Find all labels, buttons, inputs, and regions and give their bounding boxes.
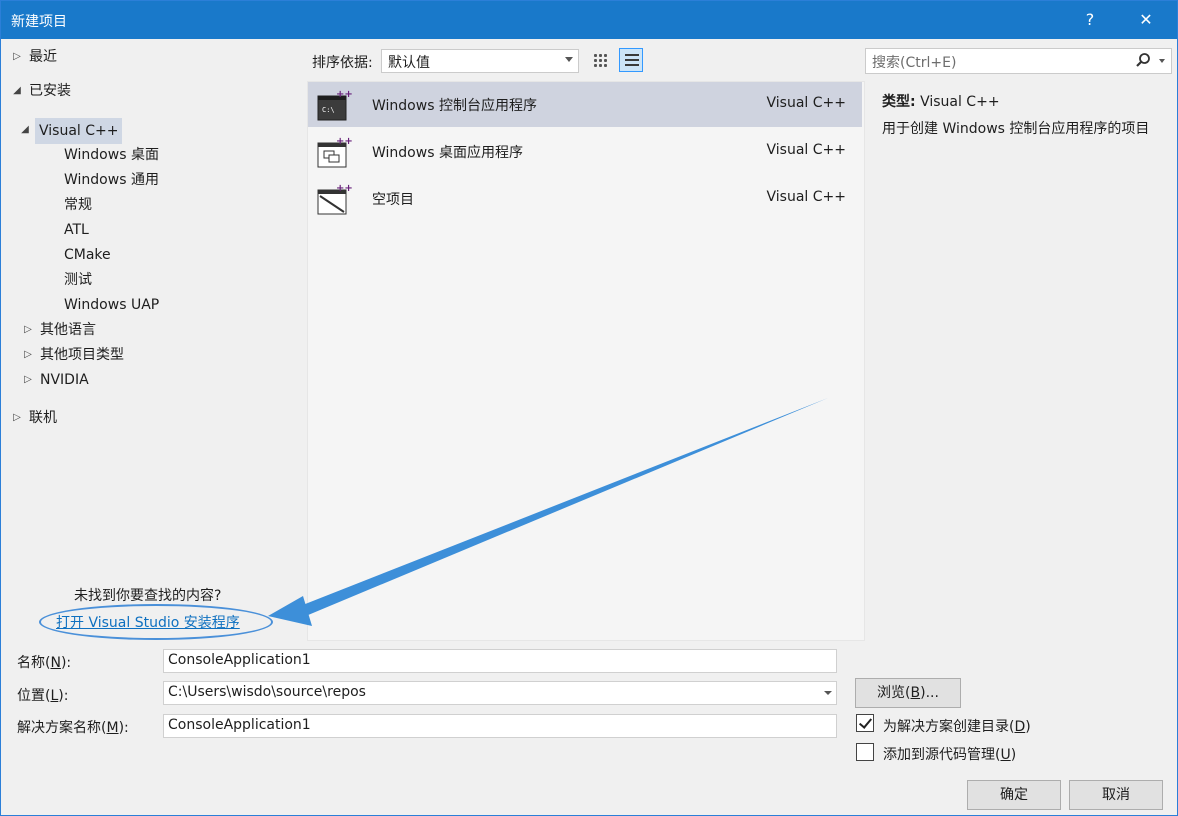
template-console-app[interactable]: C:\ ++ Windows 控制台应用程序 Visual C++ bbox=[308, 82, 862, 127]
tree-item-installed[interactable]: ◢ 已安装 bbox=[1, 79, 71, 103]
close-button[interactable]: ✕ bbox=[1123, 1, 1169, 39]
expand-right-icon[interactable]: ▷ bbox=[22, 343, 34, 367]
template-name: Windows 桌面应用程序 bbox=[372, 145, 523, 161]
template-name: 空项目 bbox=[372, 192, 414, 208]
add-source-control-label: 添加到源代码管理(U) bbox=[883, 747, 1017, 763]
expand-right-icon[interactable]: ▷ bbox=[22, 318, 34, 342]
list-icon bbox=[625, 54, 639, 68]
tree-label: 已安装 bbox=[29, 83, 71, 99]
chevron-down-icon[interactable] bbox=[1159, 59, 1165, 63]
cancel-button[interactable]: 取消 bbox=[1069, 780, 1163, 810]
location-label: 位置(L): bbox=[17, 688, 69, 704]
search-input[interactable]: 搜索(Ctrl+E) bbox=[865, 48, 1172, 74]
svg-text:++: ++ bbox=[336, 183, 352, 194]
tree-item-recent[interactable]: ▷ 最近 bbox=[1, 45, 57, 69]
expand-right-icon[interactable]: ▷ bbox=[22, 368, 34, 392]
template-language: Visual C++ bbox=[766, 142, 846, 158]
open-installer-link[interactable]: 打开 Visual Studio 安装程序 bbox=[56, 612, 240, 632]
desktop-app-icon: ++ bbox=[317, 136, 352, 168]
project-name-value: ConsoleApplication1 bbox=[168, 652, 311, 668]
help-button[interactable]: ? bbox=[1067, 1, 1113, 39]
tree-label: ATL bbox=[64, 222, 89, 238]
collapse-down-icon[interactable]: ◢ bbox=[11, 79, 23, 103]
add-source-control-checkbox[interactable] bbox=[856, 743, 874, 761]
tree-item-other-project-types[interactable]: ▷ 其他项目类型 bbox=[1, 343, 124, 367]
tree-item-general[interactable]: 常规 bbox=[64, 193, 92, 217]
tree-label: Windows 通用 bbox=[64, 172, 159, 188]
expand-right-icon[interactable]: ▷ bbox=[11, 406, 23, 430]
checkmark-icon bbox=[858, 715, 873, 729]
svg-text:C:\: C:\ bbox=[322, 106, 335, 114]
tree-item-nvidia[interactable]: ▷ NVIDIA bbox=[1, 368, 89, 392]
title-bar: 新建项目 ? ✕ bbox=[1, 1, 1177, 39]
details-panel: 搜索(Ctrl+E) 类型: Visual C++ 用于创建 Windows 控… bbox=[865, 39, 1177, 643]
template-category-tree: ▷ 最近 ◢ 已安装 ◢ Visual C++ Windows 桌面 Windo… bbox=[1, 39, 305, 643]
tree-label: Visual C++ bbox=[35, 118, 123, 144]
template-desktop-app[interactable]: ++ Windows 桌面应用程序 Visual C++ bbox=[308, 129, 862, 174]
expand-right-icon[interactable]: ▷ bbox=[11, 45, 23, 69]
tree-item-online[interactable]: ▷ 联机 bbox=[1, 406, 57, 430]
chevron-down-icon bbox=[565, 57, 573, 62]
console-app-icon: C:\ ++ bbox=[317, 89, 352, 121]
list-view-button[interactable] bbox=[619, 48, 643, 72]
not-found-question: 未找到你要查找的内容? bbox=[74, 588, 222, 604]
template-panel: 排序依据: 默认值 C:\ ++ Windows 控制台应用程序 Visual … bbox=[305, 39, 865, 643]
tree-item-atl[interactable]: ATL bbox=[64, 218, 89, 242]
template-list: C:\ ++ Windows 控制台应用程序 Visual C++ ++ Win… bbox=[307, 81, 865, 641]
tree-item-test[interactable]: 测试 bbox=[64, 268, 92, 292]
template-language: Visual C++ bbox=[766, 95, 846, 111]
solution-name-value: ConsoleApplication1 bbox=[168, 717, 311, 733]
tree-label: 测试 bbox=[64, 272, 92, 288]
template-name: Windows 控制台应用程序 bbox=[372, 98, 537, 114]
dialog-title: 新建项目 bbox=[11, 14, 67, 30]
tree-label: CMake bbox=[64, 247, 111, 263]
type-label: 类型: bbox=[882, 94, 916, 110]
tree-label: 最近 bbox=[29, 49, 57, 65]
tree-label: 其他语言 bbox=[40, 322, 96, 338]
collapse-down-icon[interactable]: ◢ bbox=[19, 118, 31, 142]
empty-project-icon: ++ bbox=[317, 183, 352, 215]
svg-text:++: ++ bbox=[336, 136, 352, 147]
tree-label: Windows UAP bbox=[64, 297, 160, 313]
search-icon[interactable] bbox=[1135, 52, 1151, 68]
grid-icon bbox=[593, 53, 607, 67]
tree-label: 联机 bbox=[29, 410, 57, 426]
tree-label: Windows 桌面 bbox=[64, 147, 159, 163]
project-name-field[interactable]: ConsoleApplication1 bbox=[163, 649, 837, 673]
location-combobox[interactable]: C:\Users\wisdo\source\repos bbox=[163, 681, 837, 705]
template-language: Visual C++ bbox=[766, 189, 846, 205]
browse-button[interactable]: 浏览(B)... bbox=[855, 678, 961, 708]
template-description: 用于创建 Windows 控制台应用程序的项目 bbox=[882, 121, 1150, 137]
svg-text:++: ++ bbox=[336, 89, 352, 100]
tree-item-windows-desktop[interactable]: Windows 桌面 bbox=[64, 143, 159, 167]
sort-dropdown[interactable]: 默认值 bbox=[381, 49, 579, 73]
tree-item-windows-uap[interactable]: Windows UAP bbox=[64, 293, 159, 317]
solution-name-label: 解决方案名称(M): bbox=[17, 720, 129, 736]
sort-value: 默认值 bbox=[388, 55, 430, 71]
template-empty-project[interactable]: ++ 空项目 Visual C++ bbox=[308, 176, 862, 221]
tree-item-visual-cpp[interactable]: ◢ Visual C++ bbox=[1, 118, 123, 144]
search-placeholder: 搜索(Ctrl+E) bbox=[872, 55, 957, 71]
ok-button[interactable]: 确定 bbox=[967, 780, 1061, 810]
small-icons-view-button[interactable] bbox=[588, 48, 612, 72]
chevron-down-icon[interactable] bbox=[824, 691, 832, 695]
sort-label: 排序依据: bbox=[312, 55, 373, 71]
tree-item-cmake[interactable]: CMake bbox=[64, 243, 111, 267]
create-directory-label: 为解决方案创建目录(D) bbox=[883, 719, 1031, 735]
type-value: Visual C++ bbox=[920, 94, 1000, 110]
template-type: 类型: Visual C++ bbox=[882, 91, 1000, 111]
tree-label: 常规 bbox=[64, 197, 92, 213]
tree-label: 其他项目类型 bbox=[40, 347, 124, 363]
tree-item-windows-universal[interactable]: Windows 通用 bbox=[64, 168, 159, 192]
tree-item-other-languages[interactable]: ▷ 其他语言 bbox=[1, 318, 96, 342]
create-directory-checkbox[interactable] bbox=[856, 714, 874, 732]
name-label: 名称(N): bbox=[17, 655, 72, 671]
new-project-dialog: 新建项目 ? ✕ ▷ 最近 ◢ 已安装 ◢ Visual C++ Windows… bbox=[0, 0, 1178, 816]
solution-name-field[interactable]: ConsoleApplication1 bbox=[163, 714, 837, 738]
project-form: 名称(N): ConsoleApplication1 位置(L): C:\Use… bbox=[1, 643, 1177, 815]
location-value: C:\Users\wisdo\source\repos bbox=[168, 684, 366, 700]
tree-label: NVIDIA bbox=[40, 372, 89, 388]
